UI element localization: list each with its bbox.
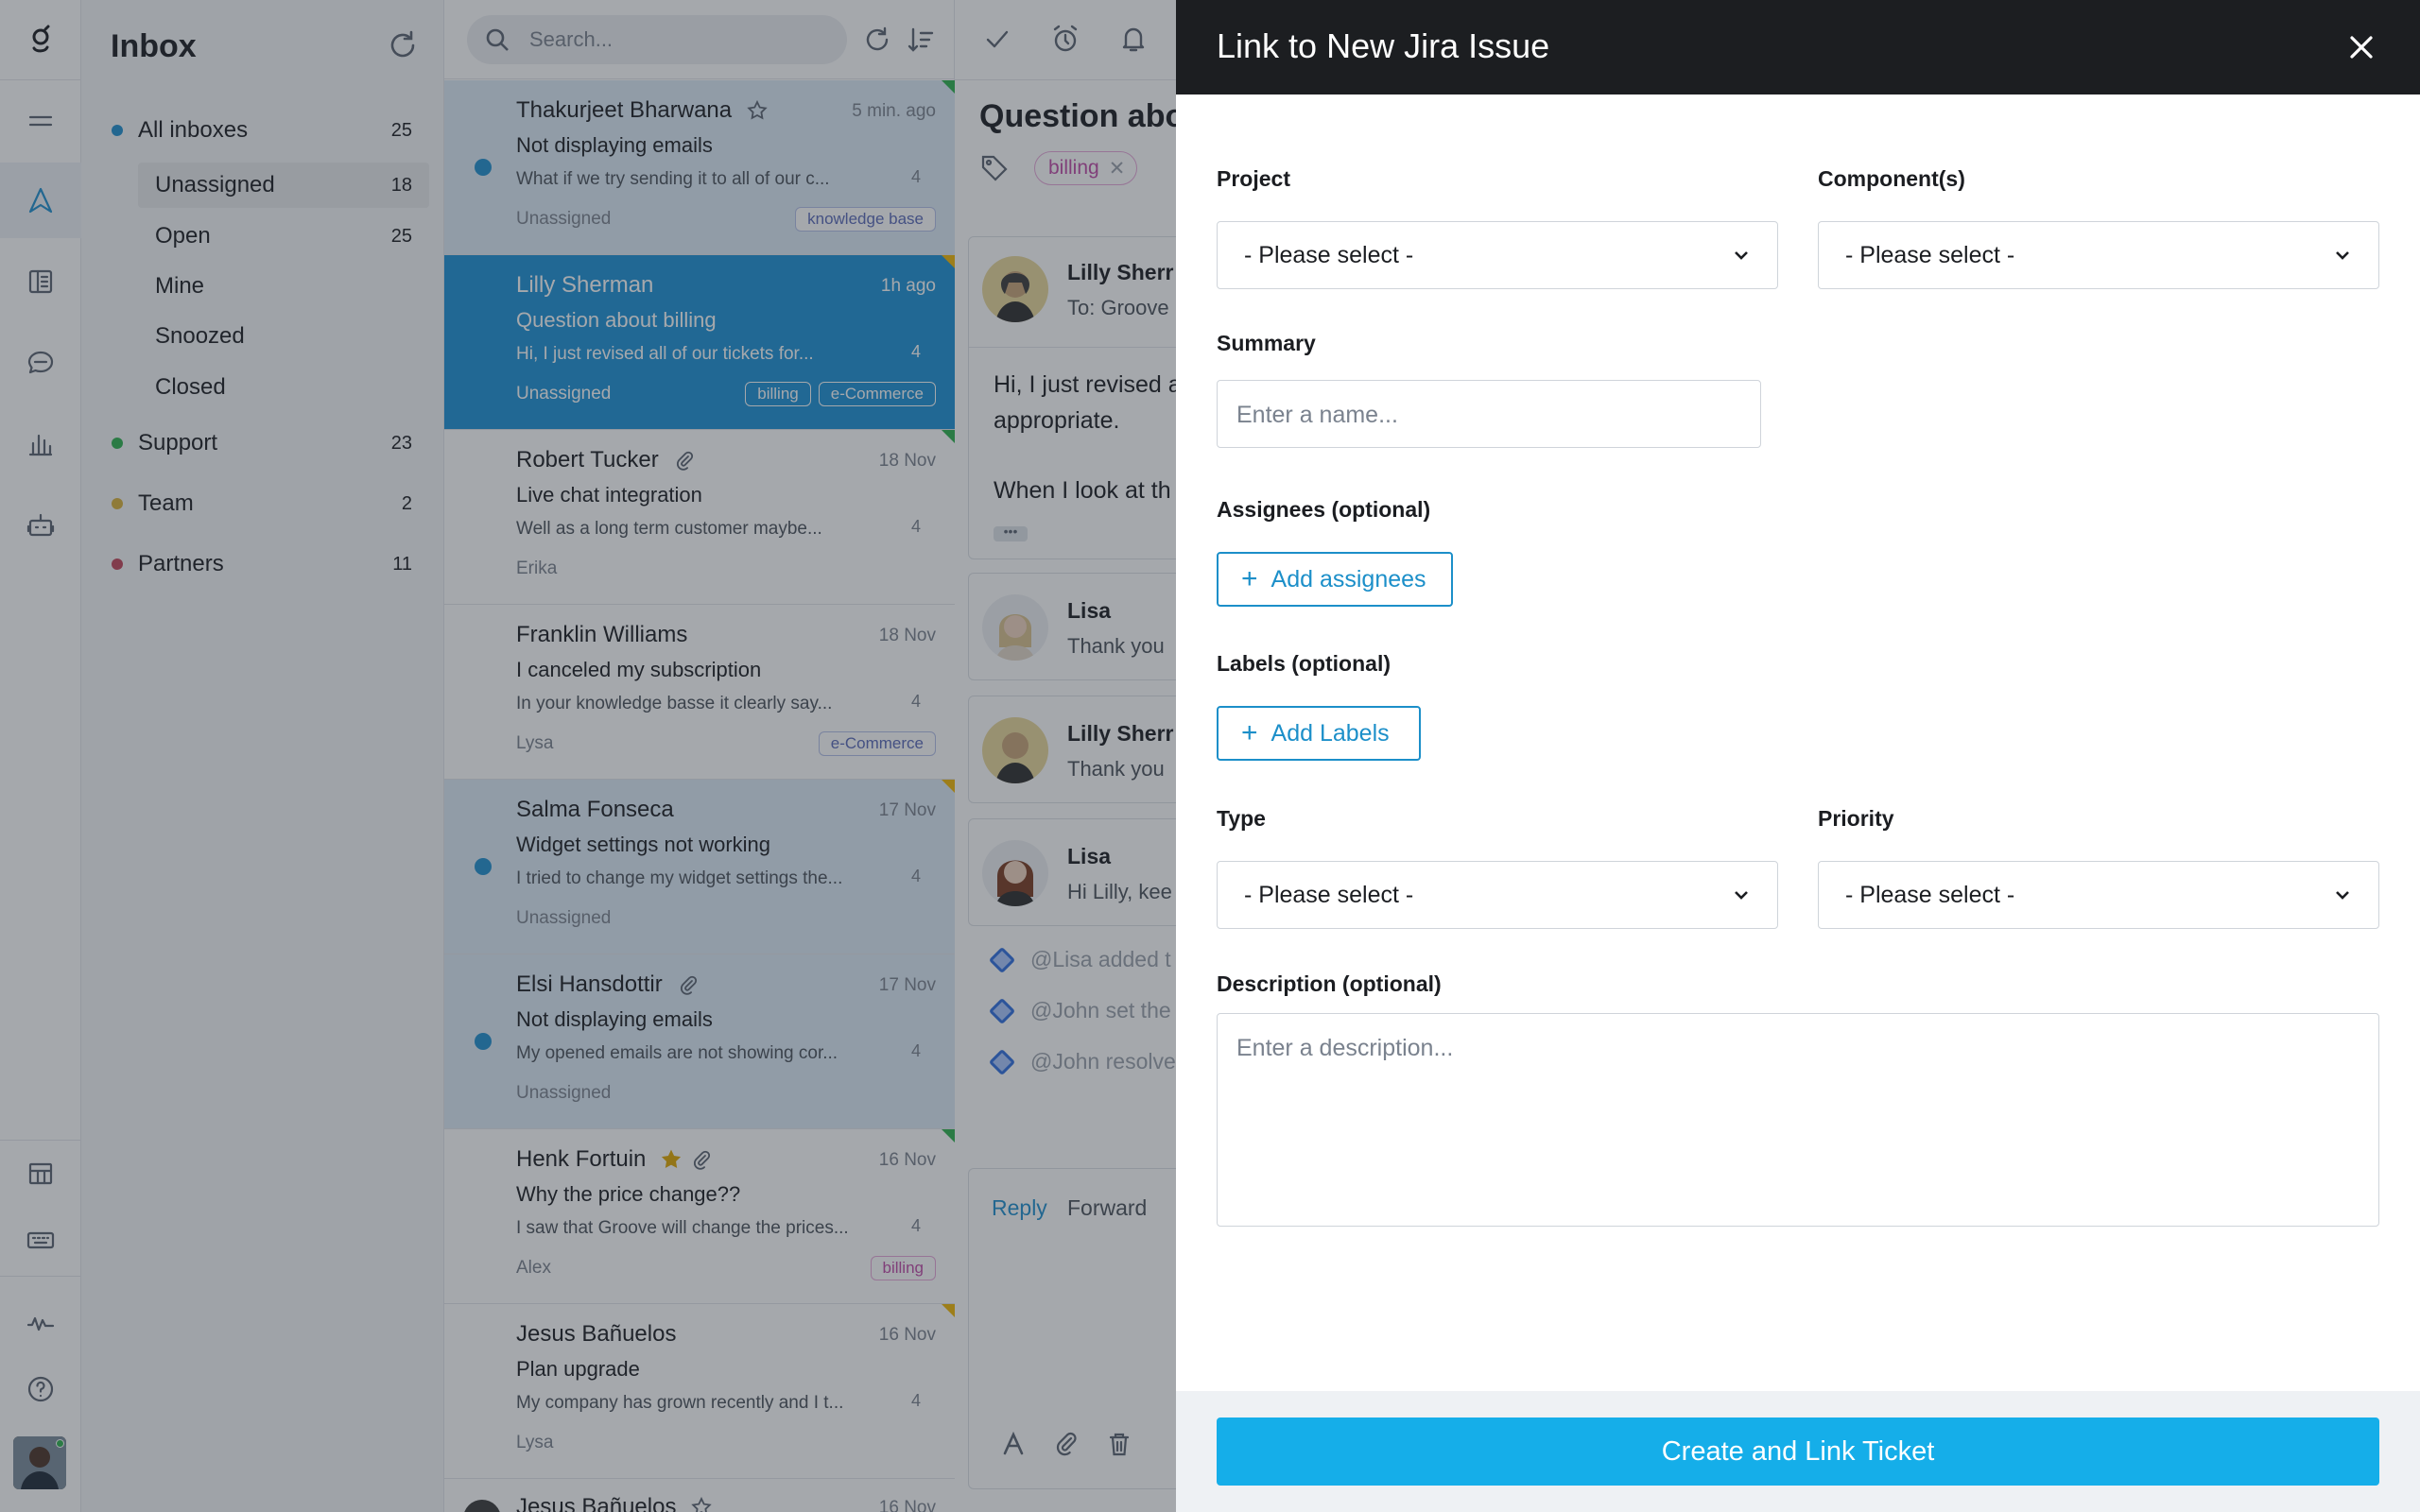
plus-icon: + xyxy=(1241,717,1258,748)
components-label: Component(s) xyxy=(1818,166,1965,191)
description-label: Description (optional) xyxy=(1217,971,1442,996)
summary-input[interactable]: Enter a name... xyxy=(1217,380,1761,448)
components-select[interactable]: - Please select - xyxy=(1818,221,2379,289)
plus-icon: + xyxy=(1241,563,1258,594)
components-select-value: - Please select - xyxy=(1845,241,2015,268)
priority-select-value: - Please select - xyxy=(1845,881,2015,908)
modal-backdrop[interactable] xyxy=(0,0,1176,1512)
project-select[interactable]: - Please select - xyxy=(1217,221,1778,289)
chevron-down-icon xyxy=(2336,251,2349,260)
summary-label: Summary xyxy=(1217,331,1316,355)
labels-label: Labels (optional) xyxy=(1217,651,1391,676)
submit-label: Create and Link Ticket xyxy=(1661,1435,1935,1467)
panel-title: Link to New Jira Issue xyxy=(1217,26,1550,65)
jira-issue-panel: Link to New Jira Issue Project - Please … xyxy=(1176,0,2420,1512)
panel-header: Link to New Jira Issue xyxy=(1176,0,2420,94)
chevron-down-icon xyxy=(1735,891,1748,900)
project-select-value: - Please select - xyxy=(1244,241,1414,268)
assignees-label: Assignees (optional) xyxy=(1217,497,1431,522)
chevron-down-icon xyxy=(1735,251,1748,260)
priority-select[interactable]: - Please select - xyxy=(1818,861,2379,929)
chevron-down-icon xyxy=(2336,891,2349,900)
type-select[interactable]: - Please select - xyxy=(1217,861,1778,929)
add-assignees-button[interactable]: + Add assignees xyxy=(1217,552,1453,607)
type-label: Type xyxy=(1217,806,1266,831)
description-textarea[interactable]: Enter a description... xyxy=(1217,1013,2379,1227)
priority-label: Priority xyxy=(1818,806,1894,831)
add-labels-label: Add Labels xyxy=(1270,719,1390,747)
add-labels-button[interactable]: + Add Labels xyxy=(1217,706,1421,761)
type-select-value: - Please select - xyxy=(1244,881,1414,908)
project-label: Project xyxy=(1217,166,1290,191)
close-icon[interactable] xyxy=(2341,26,2382,68)
summary-placeholder: Enter a name... xyxy=(1236,402,1398,428)
description-placeholder: Enter a description... xyxy=(1236,1035,1454,1061)
create-and-link-ticket-button[interactable]: Create and Link Ticket xyxy=(1217,1418,2379,1486)
add-assignees-label: Add assignees xyxy=(1270,565,1426,593)
